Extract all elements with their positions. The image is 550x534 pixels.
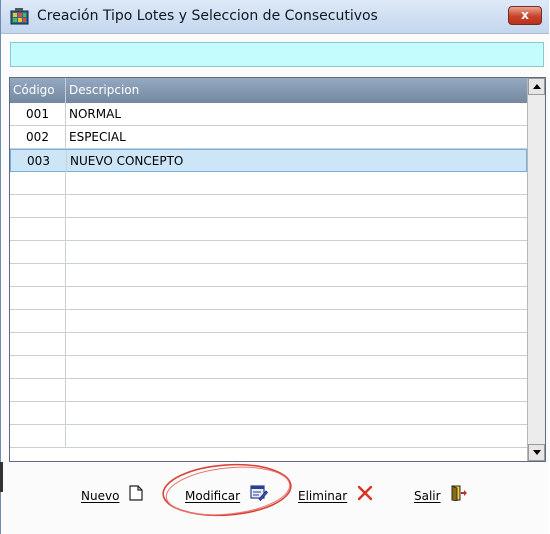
empty-table-row[interactable] bbox=[10, 195, 527, 218]
filter-input[interactable] bbox=[10, 42, 544, 67]
arrow-down-icon bbox=[533, 450, 541, 455]
grid-header: Código Descripcion bbox=[10, 78, 527, 103]
cell-descripcion: ESPECIAL bbox=[69, 130, 126, 144]
cell-codigo bbox=[10, 218, 66, 240]
table-row[interactable]: 001 NORMAL bbox=[10, 103, 527, 126]
cell-codigo bbox=[10, 333, 66, 355]
scroll-down-button[interactable] bbox=[528, 444, 545, 461]
arrow-up-icon bbox=[533, 84, 541, 89]
empty-table-row[interactable] bbox=[10, 287, 527, 310]
title-bar[interactable]: Creación Tipo Lotes y Seleccion de Conse… bbox=[1, 0, 549, 34]
empty-table-row[interactable] bbox=[10, 333, 527, 356]
salir-button[interactable]: Salir bbox=[414, 484, 468, 508]
app-grid-icon bbox=[10, 8, 29, 25]
empty-table-row[interactable] bbox=[10, 172, 527, 195]
main-window: Creación Tipo Lotes y Seleccion de Conse… bbox=[0, 0, 549, 534]
cell-codigo: 002 bbox=[10, 126, 66, 148]
action-buttons: Nuevo Modificar Eliminar Salir bbox=[1, 474, 549, 524]
client-area: Código Descripcion 001 NORMAL 002 ESPECIAL 0… bbox=[1, 34, 549, 534]
close-button[interactable]: x bbox=[508, 6, 542, 25]
column-header-codigo[interactable]: Código bbox=[10, 78, 66, 103]
empty-table-row[interactable] bbox=[10, 356, 527, 379]
delete-x-icon bbox=[357, 485, 373, 509]
table-row[interactable]: 003 NUEVO CONCEPTO bbox=[10, 149, 527, 172]
cell-codigo bbox=[10, 310, 66, 332]
exit-door-icon bbox=[450, 484, 468, 509]
nuevo-button[interactable]: Nuevo bbox=[81, 484, 143, 508]
nuevo-label: Nuevo bbox=[81, 489, 120, 503]
column-header-descripcion[interactable]: Descripcion bbox=[66, 78, 527, 103]
modificar-label: Modificar bbox=[185, 489, 241, 503]
empty-table-row[interactable] bbox=[10, 241, 527, 264]
close-icon: x bbox=[521, 8, 529, 22]
cell-codigo bbox=[10, 402, 66, 424]
eliminar-label: Eliminar bbox=[298, 489, 348, 503]
cell-codigo bbox=[10, 172, 66, 194]
table-row[interactable]: 002 ESPECIAL bbox=[10, 126, 527, 149]
cell-codigo: 003 bbox=[11, 150, 67, 172]
edit-icon bbox=[250, 484, 268, 509]
vertical-scrollbar[interactable] bbox=[527, 78, 545, 461]
window-title: Creación Tipo Lotes y Seleccion de Conse… bbox=[37, 8, 378, 24]
cell-codigo bbox=[10, 241, 66, 263]
grid-rows: 001 NORMAL 002 ESPECIAL 003 NUEVO CONCEPTO bbox=[10, 103, 527, 448]
empty-table-row[interactable] bbox=[10, 218, 527, 241]
empty-table-row[interactable] bbox=[10, 425, 527, 448]
eliminar-button[interactable]: Eliminar bbox=[298, 484, 373, 508]
cell-codigo bbox=[10, 425, 66, 447]
salir-label: Salir bbox=[414, 489, 441, 503]
cell-codigo: 001 bbox=[10, 103, 66, 125]
modificar-button[interactable]: Modificar bbox=[185, 484, 268, 508]
empty-table-row[interactable] bbox=[10, 402, 527, 425]
cell-descripcion: NORMAL bbox=[69, 107, 122, 121]
empty-table-row[interactable] bbox=[10, 310, 527, 333]
scroll-up-button[interactable] bbox=[528, 78, 545, 95]
cell-codigo bbox=[10, 287, 66, 309]
cell-codigo bbox=[10, 356, 66, 378]
cell-descripcion: NUEVO CONCEPTO bbox=[70, 154, 184, 168]
cell-codigo bbox=[10, 379, 66, 401]
cell-codigo bbox=[10, 195, 66, 217]
lot-types-grid[interactable]: Código Descripcion 001 NORMAL 002 ESPECIAL 0… bbox=[9, 77, 546, 462]
cell-codigo bbox=[10, 264, 66, 286]
empty-table-row[interactable] bbox=[10, 379, 527, 402]
empty-table-row[interactable] bbox=[10, 264, 527, 287]
left-edge-marker bbox=[0, 462, 3, 492]
new-document-icon bbox=[129, 484, 143, 509]
